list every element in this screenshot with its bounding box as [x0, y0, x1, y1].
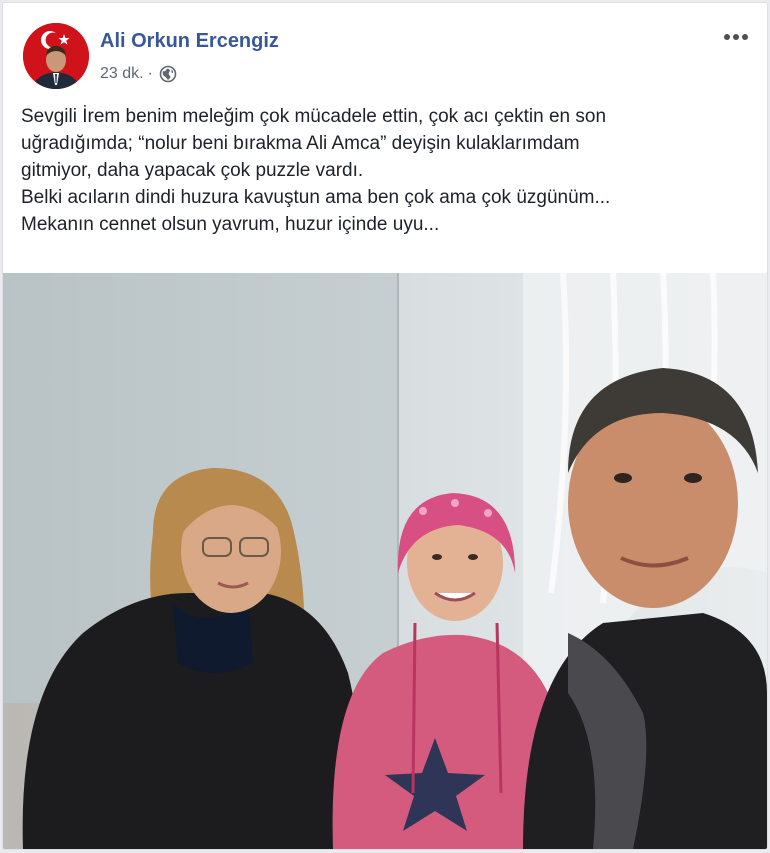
post-text-line: uğradığımda; “nolur beni bırakma Ali Amc… [21, 133, 580, 154]
post-timestamp[interactable]: 23 dk. [100, 65, 144, 83]
post-text-line: gitmiyor, daha yapacak çok puzzle vardı. [21, 160, 364, 181]
post-text-line: Sevgili İrem benim meleğim çok mücadele … [21, 106, 607, 127]
post-meta: 23 dk. · [100, 63, 177, 85]
more-options-icon[interactable] [719, 25, 753, 49]
globe-icon[interactable] [159, 65, 177, 83]
post-text-line: Mekanın cennet olsun yavrum, huzur içind… [21, 214, 440, 235]
avatar-image [23, 23, 89, 89]
author-avatar[interactable] [23, 23, 89, 89]
post-text: Sevgili İrem benim meleğim çok mücadele … [21, 103, 751, 238]
meta-separator: · [147, 65, 153, 82]
author-name[interactable]: Ali Orkun Ercengiz [100, 30, 279, 53]
post-header: Ali Orkun Ercengiz 23 dk. · [3, 3, 767, 93]
facebook-post: Ali Orkun Ercengiz 23 dk. · Sevgili İrem… [2, 2, 768, 850]
post-text-line: Belki acıların dindi huzura kavuştun ama… [21, 187, 611, 208]
post-photo[interactable] [3, 273, 767, 849]
